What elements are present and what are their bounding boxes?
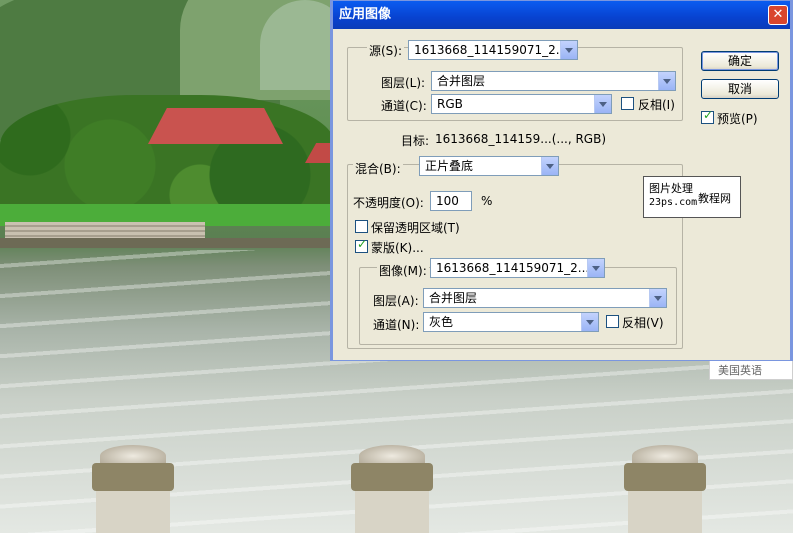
mask-channel-label: 通道(N): <box>373 318 420 332</box>
source-layer-select[interactable]: 合并图层 <box>431 71 676 91</box>
blending-label: 混合(B): <box>353 160 403 177</box>
preview-label: 预览(P) <box>717 112 758 126</box>
stone-pillar <box>624 445 706 533</box>
source-invert-label: 反相(I) <box>638 98 675 112</box>
watermark-line1: 图片处理 <box>649 182 693 195</box>
mask-image-select[interactable]: 1613668_114159071_2... <box>430 258 605 278</box>
source-label: 源(S): <box>367 42 405 59</box>
source-invert-checkbox[interactable] <box>621 97 634 110</box>
mask-label: 蒙版(K)... <box>371 241 424 255</box>
mask-channel-value: 灰色 <box>429 315 454 329</box>
blending-value: 正片叠底 <box>425 159 474 173</box>
mask-checkbox[interactable] <box>355 237 368 253</box>
stone-pillar <box>351 445 433 533</box>
chevron-down-icon <box>587 259 604 277</box>
mask-image-label: 图像(M): <box>377 262 429 279</box>
target-label: 目标: <box>401 134 430 148</box>
dialog-title: 应用图像 <box>339 7 392 22</box>
apply-image-dialog: 应用图像 ✕ 源(S): 1613668_114159071_2... 图层(L… <box>330 0 793 361</box>
close-button[interactable]: ✕ <box>768 5 788 25</box>
cancel-label: 取消 <box>727 82 752 96</box>
mask-invert-label: 反相(V) <box>622 316 664 330</box>
source-value: 1613668_114159071_2... <box>414 43 568 57</box>
ok-button[interactable]: 确定 <box>701 51 779 71</box>
blending-select[interactable]: 正片叠底 <box>419 156 559 176</box>
chevron-down-icon <box>541 157 558 175</box>
source-select[interactable]: 1613668_114159071_2... <box>408 40 578 60</box>
target-value: 1613668_114159...(..., RGB) <box>435 132 606 146</box>
mask-layer-value: 合并图层 <box>429 291 478 305</box>
source-channel-select[interactable]: RGB <box>431 94 612 114</box>
mask-channel-select[interactable]: 灰色 <box>423 312 599 332</box>
mask-layer-label: 图层(A): <box>373 294 419 308</box>
language-indicator[interactable]: 美国英语 <box>709 360 793 380</box>
opacity-label: 不透明度(O): <box>353 196 424 210</box>
cancel-button[interactable]: 取消 <box>701 79 779 99</box>
close-icon: ✕ <box>772 7 784 22</box>
watermark-line2: 23ps.com <box>649 197 698 208</box>
watermark-line3: 教程网 <box>698 192 731 205</box>
dialog-titlebar[interactable]: 应用图像 ✕ <box>333 1 790 29</box>
preview-checkbox[interactable] <box>701 108 714 124</box>
opacity-unit: % <box>481 194 493 208</box>
chevron-down-icon <box>581 313 598 331</box>
mask-image-value: 1613668_114159071_2... <box>436 261 590 275</box>
opacity-value: 100 <box>436 194 459 208</box>
chevron-down-icon <box>649 289 666 307</box>
ok-label: 确定 <box>727 54 752 68</box>
dialog-body: 源(S): 1613668_114159071_2... 图层(L): 合并图层… <box>333 29 790 360</box>
source-layer-value: 合并图层 <box>437 74 486 88</box>
language-label: 美国英语 <box>718 364 762 377</box>
preserve-transparency-label: 保留透明区域(T) <box>371 221 460 235</box>
opacity-input[interactable]: 100 <box>430 191 472 211</box>
pavilion-roof <box>148 108 283 144</box>
source-layer-label: 图层(L): <box>381 76 426 90</box>
mask-invert-checkbox[interactable] <box>606 315 619 328</box>
source-channel-label: 通道(C): <box>381 99 427 113</box>
shoreline <box>0 238 335 248</box>
watermark-logo: 图片处理 23ps.com 教程网 <box>643 176 741 218</box>
preserve-transparency-checkbox[interactable] <box>355 220 368 233</box>
stone-pillar <box>92 445 174 533</box>
source-channel-value: RGB <box>437 97 463 111</box>
mask-layer-select[interactable]: 合并图层 <box>423 288 667 308</box>
chevron-down-icon <box>594 95 611 113</box>
chevron-down-icon <box>658 72 675 90</box>
chevron-down-icon <box>560 41 577 59</box>
